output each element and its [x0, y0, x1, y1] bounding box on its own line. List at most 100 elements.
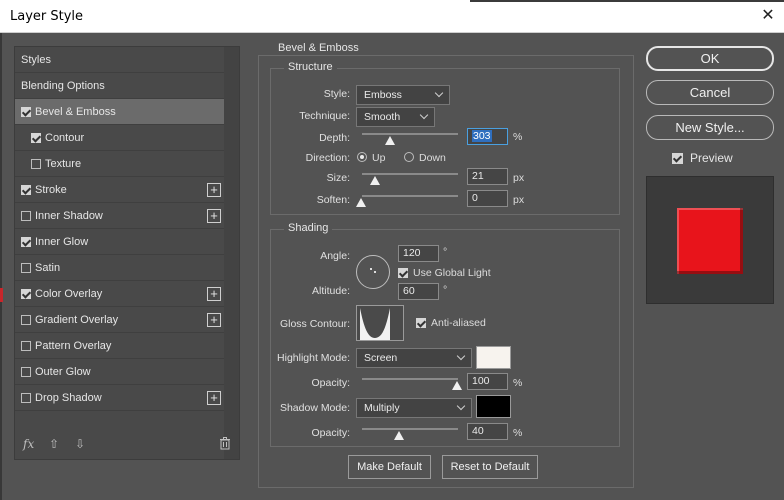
soften-input[interactable]: 0 — [467, 190, 508, 207]
styles-list-item[interactable]: Satin — [15, 255, 224, 281]
styles-item-checkbox[interactable] — [21, 393, 31, 403]
direction-up-label[interactable]: Up — [372, 152, 385, 164]
make-default-button[interactable]: Make Default — [348, 455, 431, 479]
chevron-down-icon — [435, 87, 445, 101]
highlight-mode-label: Highlight Mode: — [277, 352, 350, 364]
direction-down-label[interactable]: Down — [419, 152, 446, 164]
preview-checkbox[interactable] — [672, 153, 683, 164]
styles-item-checkbox[interactable] — [31, 159, 41, 169]
soften-label: Soften: — [316, 194, 350, 206]
size-slider-thumb[interactable] — [370, 176, 380, 185]
window-edge — [0, 33, 2, 500]
close-icon[interactable]: ✕ — [758, 6, 778, 26]
styles-item-checkbox[interactable] — [31, 133, 41, 143]
angle-input[interactable]: 120 — [398, 245, 439, 262]
move-down-icon[interactable]: ⇩ — [75, 437, 85, 451]
styles-list-item[interactable]: Blending Options — [15, 73, 224, 99]
shadow-mode-value: Multiply — [364, 402, 400, 414]
styles-list-item[interactable]: Inner Shadow + — [15, 203, 224, 229]
styles-item-checkbox[interactable] — [21, 263, 31, 273]
shadow-opacity-input[interactable]: 40 — [467, 423, 508, 440]
style-label: Style: — [323, 88, 350, 100]
shadow-opacity-unit: % — [513, 427, 523, 439]
anti-aliased-checkbox[interactable] — [416, 318, 426, 328]
use-global-light-checkbox[interactable] — [398, 268, 408, 278]
soften-slider-thumb[interactable] — [356, 198, 366, 207]
style-dropdown[interactable]: Emboss — [356, 85, 450, 105]
styles-item-checkbox[interactable] — [21, 185, 31, 195]
angle-dial[interactable] — [356, 255, 390, 289]
gloss-contour-label: Gloss Contour: — [279, 318, 350, 330]
styles-list-item[interactable]: Contour — [15, 125, 224, 151]
add-style-plus-icon[interactable]: + — [207, 391, 221, 405]
preview-label[interactable]: Preview — [690, 151, 733, 165]
shadow-color-swatch[interactable] — [476, 395, 511, 418]
angle-label: Angle: — [320, 250, 350, 262]
styles-list-item[interactable]: Texture — [15, 151, 224, 177]
direction-down-radio[interactable] — [404, 152, 414, 162]
add-style-plus-icon[interactable]: + — [207, 313, 221, 327]
styles-list-item[interactable]: Inner Glow — [15, 229, 224, 255]
highlight-opacity-thumb[interactable] — [452, 381, 462, 390]
styles-item-label: Contour — [45, 132, 85, 144]
styles-list-item[interactable]: Outer Glow — [15, 359, 224, 385]
gloss-contour-picker[interactable] — [356, 305, 404, 341]
highlight-opacity-track[interactable] — [362, 378, 458, 380]
altitude-label: Altitude: — [312, 285, 350, 297]
use-global-light-label[interactable]: Use Global Light — [413, 267, 491, 279]
angle-dial-dot — [370, 268, 372, 270]
highlight-opacity-label: Opacity: — [311, 377, 350, 389]
shadow-opacity-track[interactable] — [362, 428, 458, 430]
add-style-plus-icon[interactable]: + — [207, 287, 221, 301]
highlight-opacity-input[interactable]: 100 — [467, 373, 508, 390]
styles-toolbar: fx ⇧ ⇩ — [15, 429, 230, 459]
depth-input[interactable]: 303 — [467, 128, 508, 145]
angle-unit: ° — [443, 246, 448, 258]
shading-title: Shading — [284, 222, 333, 234]
depth-slider-track[interactable] — [362, 133, 458, 135]
styles-list-item[interactable]: Drop Shadow + — [15, 385, 224, 411]
add-style-plus-icon[interactable]: + — [207, 209, 221, 223]
styles-list-item[interactable]: Pattern Overlay — [15, 333, 224, 359]
new-style-button[interactable]: New Style... — [646, 115, 774, 140]
styles-item-label: Outer Glow — [35, 366, 91, 378]
anti-aliased-label[interactable]: Anti-aliased — [431, 317, 486, 329]
styles-item-label: Pattern Overlay — [35, 340, 112, 352]
styles-item-checkbox[interactable] — [21, 341, 31, 351]
depth-slider-thumb[interactable] — [385, 136, 395, 145]
styles-list: Styles Blending Options Bevel & Emboss Cont… — [14, 46, 240, 460]
styles-item-checkbox[interactable] — [21, 367, 31, 377]
shadow-mode-dropdown[interactable]: Multiply — [356, 398, 472, 418]
direction-up-radio[interactable] — [357, 152, 367, 162]
styles-item-checkbox[interactable] — [21, 237, 31, 247]
reset-to-default-button[interactable]: Reset to Default — [442, 455, 538, 479]
move-up-icon[interactable]: ⇧ — [49, 437, 59, 451]
styles-list-item[interactable]: Stroke + — [15, 177, 224, 203]
styles-list-scrollbar[interactable] — [224, 47, 239, 459]
styles-item-checkbox[interactable] — [21, 107, 31, 117]
size-slider-track[interactable] — [362, 173, 458, 175]
add-style-plus-icon[interactable]: + — [207, 183, 221, 197]
highlight-mode-dropdown[interactable]: Screen — [356, 348, 472, 368]
shadow-opacity-thumb[interactable] — [394, 431, 404, 440]
altitude-input[interactable]: 60 — [398, 283, 439, 300]
styles-list-item[interactable]: Bevel & Emboss — [15, 99, 224, 125]
cancel-button[interactable]: Cancel — [646, 80, 774, 105]
technique-value: Smooth — [364, 111, 401, 123]
styles-list-item[interactable]: Styles — [15, 47, 224, 73]
ok-button[interactable]: OK — [646, 46, 774, 71]
trash-icon[interactable] — [219, 437, 231, 453]
styles-item-checkbox[interactable] — [21, 315, 31, 325]
shadow-mode-label: Shadow Mode: — [279, 402, 350, 414]
styles-list-item[interactable]: Color Overlay + — [15, 281, 224, 307]
highlight-mode-value: Screen — [364, 352, 398, 364]
soften-slider-track[interactable] — [362, 195, 458, 197]
fx-icon[interactable]: fx — [23, 437, 34, 451]
styles-item-label: Color Overlay — [35, 288, 103, 300]
technique-dropdown[interactable]: Smooth — [356, 107, 435, 127]
styles-item-checkbox[interactable] — [21, 289, 31, 299]
styles-item-checkbox[interactable] — [21, 211, 31, 221]
highlight-color-swatch[interactable] — [476, 346, 511, 369]
styles-list-item[interactable]: Gradient Overlay + — [15, 307, 224, 333]
size-input[interactable]: 21 — [467, 168, 508, 185]
